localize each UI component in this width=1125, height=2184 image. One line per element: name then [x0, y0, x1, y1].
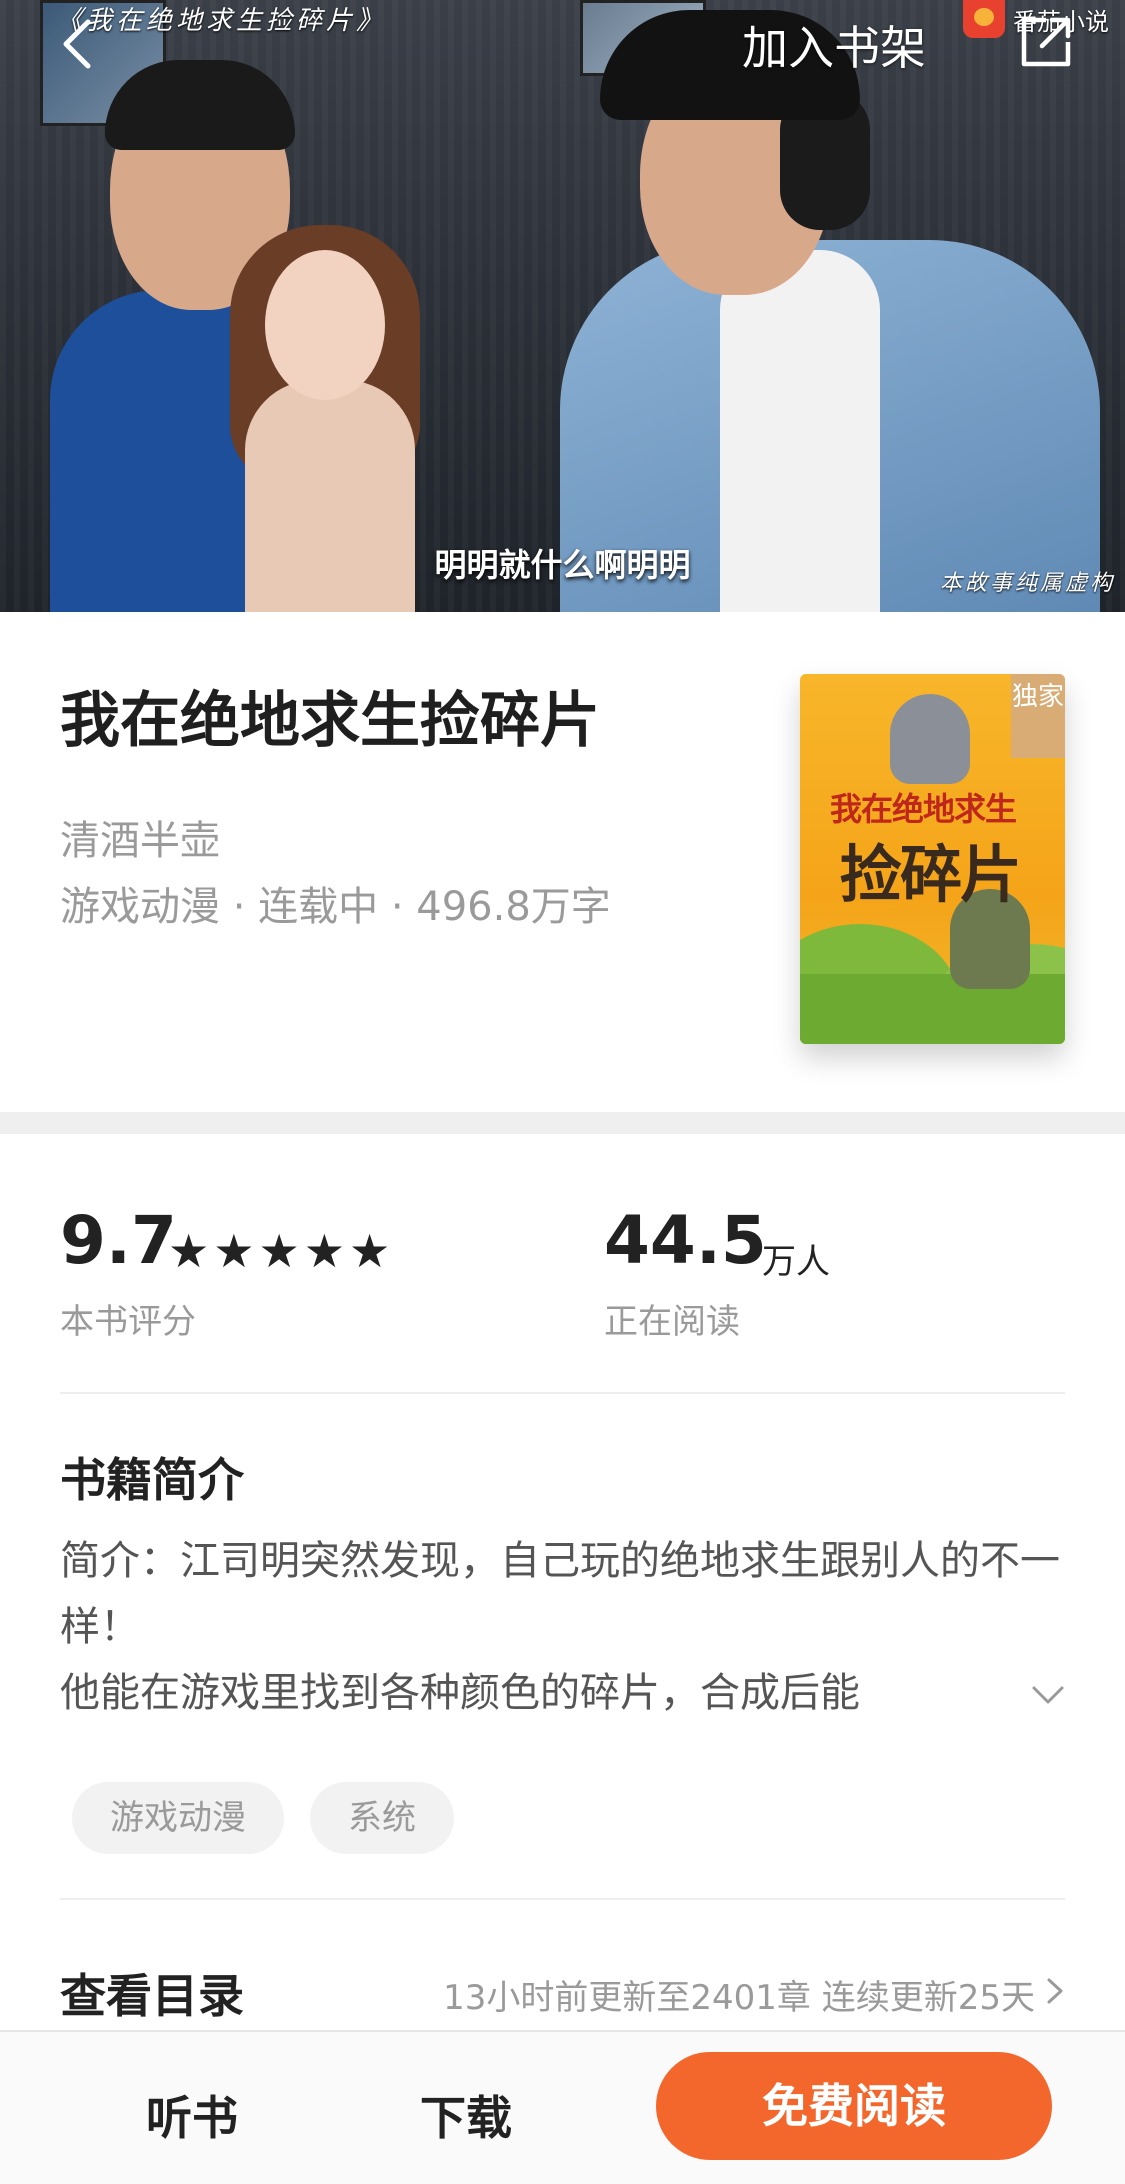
add-to-shelf-button[interactable]: 加入书架 [742, 12, 926, 78]
cover-character [890, 694, 970, 784]
download-button[interactable]: 下载 [420, 2082, 512, 2148]
listen-button[interactable]: 听书 [146, 2082, 238, 2148]
cover-hill [800, 974, 1065, 1044]
cover-title-big: 捡碎片 [840, 838, 1022, 911]
video-disclaimer: 本故事纯属虚构 [939, 571, 1115, 596]
tag-list: 游戏动漫 系统 [72, 1782, 454, 1854]
share-button[interactable] [1016, 12, 1076, 72]
tomato-logo-icon [963, 0, 1005, 38]
book-info-section: 我在绝地求生捡碎片 清酒半壶 游戏动漫 · 连载中 · 496.8万字 我在绝地… [0, 612, 1125, 1112]
rating-label: 本书评分 [60, 1302, 196, 1342]
chevron-right-icon [1047, 1978, 1063, 2004]
synopsis-text[interactable]: 简介：江司明突然发现，自己玩的绝地求生跟别人的不一样！ [60, 1528, 1070, 1660]
divider [60, 1898, 1065, 1900]
share-icon [1021, 17, 1071, 67]
catalog-title: 查看目录 [60, 1969, 244, 2023]
stats-section: 9.7 ★★★★★ 本书评分 44.5 万人 正在阅读 [0, 1134, 1125, 1394]
catalog-row[interactable]: 查看目录 13小时前更新至2401章 连续更新25天 [0, 1930, 1125, 2030]
rating-stars: ★★★★★ [168, 1224, 395, 1278]
tag-system[interactable]: 系统 [310, 1782, 454, 1854]
book-author[interactable]: 清酒半壶 [60, 808, 220, 866]
catalog-update-status: 13小时前更新至2401章 连续更新25天 [443, 1978, 1035, 2018]
chevron-left-icon [63, 19, 91, 69]
chevron-down-icon[interactable] [1028, 1676, 1068, 1716]
tag-game-anime[interactable]: 游戏动漫 [72, 1782, 284, 1854]
synopsis-title: 书籍简介 [60, 1453, 244, 1507]
actress-face [265, 250, 385, 400]
book-meta: 游戏动漫 · 连载中 · 496.8万字 [60, 884, 611, 930]
divider [60, 1392, 1065, 1394]
back-button[interactable] [50, 14, 110, 74]
book-cover[interactable]: 我在绝地求生 捡碎片 独家 [800, 674, 1065, 1044]
readers-label: 正在阅读 [604, 1302, 740, 1342]
rating-value: 9.7 [60, 1202, 177, 1279]
section-divider [0, 1112, 1125, 1134]
book-title: 我在绝地求生捡碎片 [60, 686, 600, 756]
video-player[interactable]: 《我在绝地求生捡碎片》 明明就什么啊明明 本故事纯属虚构 番茄小说 加入书架 [0, 0, 1125, 612]
readers-count: 44.5 [604, 1202, 767, 1279]
free-read-button[interactable]: 免费阅读 [656, 2052, 1052, 2160]
readers-unit: 万人 [762, 1242, 830, 1282]
synopsis-text-truncated[interactable]: 他能在游戏里找到各种颜色的碎片，合成后能 [60, 1660, 940, 1726]
bottom-action-bar: 听书 下载 免费阅读 [0, 2030, 1125, 2184]
exclusive-badge: 独家 [1011, 674, 1065, 758]
